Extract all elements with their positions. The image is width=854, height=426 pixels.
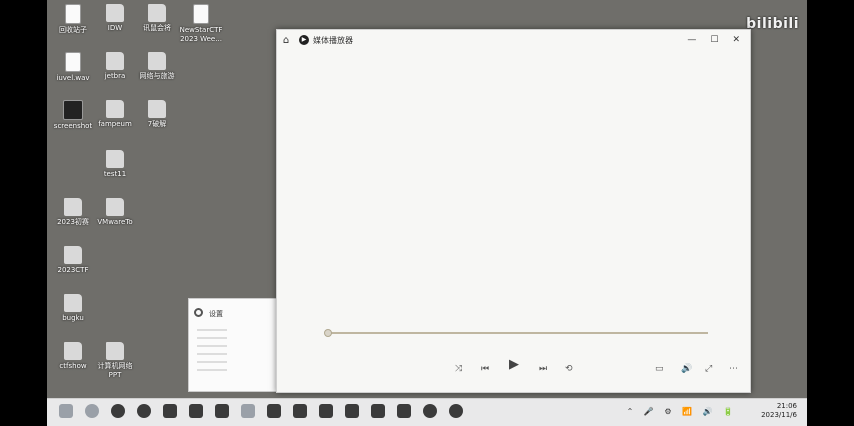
- player-title: 媒体播放器: [313, 35, 353, 45]
- minimize-button[interactable]: —: [687, 35, 696, 45]
- previous-icon[interactable]: ⏮: [481, 364, 489, 374]
- fullscreen-icon[interactable]: ⤢: [705, 364, 712, 374]
- folder-icon: [106, 100, 124, 118]
- desktop-icon[interactable]: jetbra: [93, 52, 137, 81]
- app-icon[interactable]: [267, 404, 281, 418]
- desktop-icon[interactable]: 2023CTF: [51, 246, 95, 275]
- desktop-icon[interactable]: 回收站子: [51, 4, 95, 35]
- desktop-icon[interactable]: test11: [93, 150, 137, 179]
- volume-icon[interactable]: 🔊: [681, 364, 692, 374]
- clock-date: 2023/11/6: [761, 411, 797, 419]
- search-icon[interactable]: [85, 404, 99, 418]
- file-icon: [193, 4, 209, 24]
- desktop-icon[interactable]: 2023初赛: [51, 198, 95, 227]
- folder-icon: [148, 52, 166, 70]
- desktop-icon[interactable]: ctfshow: [51, 342, 95, 371]
- player-titlebar[interactable]: ⌂ ▶ 媒体播放器 — ☐ ✕: [277, 30, 750, 50]
- folder-icon: [64, 342, 82, 360]
- system-tray-icons[interactable]: ⌃ 🎤 ⚙ 📶 🔊 🔋: [627, 407, 737, 416]
- playback-controls: ⤨ ⏮ ▶ ⏭ ⟲ ▭ 🔊 ⤢ ⋯: [277, 357, 750, 379]
- app-icon[interactable]: [371, 404, 385, 418]
- folder-icon: [106, 342, 124, 360]
- repeat-icon[interactable]: ⟲: [565, 364, 573, 374]
- desktop-icon[interactable]: IDW: [93, 4, 137, 33]
- firefox-icon[interactable]: [137, 404, 151, 418]
- seek-bar[interactable]: [324, 329, 708, 337]
- folder-icon: [64, 246, 82, 264]
- maximize-button[interactable]: ☐: [710, 35, 718, 45]
- captions-icon[interactable]: ▭: [655, 364, 664, 374]
- desktop-icon[interactable]: VMwareTo: [93, 198, 137, 227]
- bilibili-watermark: bilibili: [746, 16, 799, 32]
- screenshot-icon: [63, 100, 83, 120]
- folder-icon: [64, 198, 82, 216]
- folder-icon: [106, 52, 124, 70]
- folder-icon: [106, 4, 124, 22]
- widgets-icon[interactable]: [59, 404, 73, 418]
- app-icon[interactable]: [163, 404, 177, 418]
- app-icon[interactable]: [215, 404, 229, 418]
- folder-icon: [148, 4, 166, 22]
- app-icon[interactable]: [111, 404, 125, 418]
- media-player-taskbar-icon[interactable]: [449, 404, 463, 418]
- home-icon[interactable]: ⌂: [277, 35, 295, 46]
- app-icon[interactable]: [319, 404, 333, 418]
- settings-app-icon[interactable]: [241, 404, 255, 418]
- settings-nav-list: [197, 329, 227, 377]
- clock-time: 21:06: [776, 402, 797, 410]
- app-icon[interactable]: [397, 404, 411, 418]
- desktop-icon[interactable]: bugku: [51, 294, 95, 323]
- settings-title: 设置: [209, 310, 223, 318]
- desktop-icon[interactable]: 讯鼠会将: [135, 4, 179, 33]
- file-icon: [65, 52, 81, 72]
- desktop-icon[interactable]: fampeum: [93, 100, 137, 129]
- desktop-icon[interactable]: screenshot: [51, 100, 95, 131]
- folder-icon: [148, 100, 166, 118]
- settings-window[interactable]: 设置: [188, 298, 280, 392]
- next-icon[interactable]: ⏭: [539, 364, 547, 374]
- desktop-icon[interactable]: 计算机网络 PPT: [93, 342, 137, 380]
- app-icon[interactable]: [293, 404, 307, 418]
- play-button[interactable]: ▶: [509, 357, 519, 372]
- close-button[interactable]: ✕: [732, 35, 740, 45]
- desktop-icon[interactable]: 7破解: [135, 100, 179, 129]
- app-icon[interactable]: [345, 404, 359, 418]
- gear-icon: [194, 308, 203, 317]
- desktop-icon[interactable]: iuvel.wav: [51, 52, 95, 83]
- taskbar: ⌃ 🎤 ⚙ 📶 🔊 🔋 21:06 2023/11/6: [47, 398, 807, 426]
- browser-icon[interactable]: [423, 404, 437, 418]
- desktop: bilibili 回收站子 IDW 讯鼠会将 NewStarCTF 2023 W…: [47, 0, 807, 426]
- file-icon: [65, 4, 81, 24]
- media-player-window[interactable]: ⌂ ▶ 媒体播放器 — ☐ ✕ ⤨ ⏮ ▶ ⏭ ⟲ ▭ 🔊 ⤢ ⋯: [276, 29, 751, 393]
- media-player-app-icon: ▶: [299, 35, 309, 45]
- desktop-icon[interactable]: 网络与旅游: [135, 52, 179, 81]
- clock[interactable]: 21:06 2023/11/6: [761, 402, 797, 420]
- desktop-icon[interactable]: NewStarCTF 2023 Wee...: [179, 4, 223, 44]
- seek-thumb[interactable]: [324, 329, 332, 337]
- folder-icon: [64, 294, 82, 312]
- folder-icon: [106, 198, 124, 216]
- more-options-icon[interactable]: ⋯: [729, 364, 738, 374]
- app-icon[interactable]: [189, 404, 203, 418]
- window-controls: — ☐ ✕: [687, 35, 750, 45]
- folder-icon: [106, 150, 124, 168]
- shuffle-icon[interactable]: ⤨: [455, 364, 462, 374]
